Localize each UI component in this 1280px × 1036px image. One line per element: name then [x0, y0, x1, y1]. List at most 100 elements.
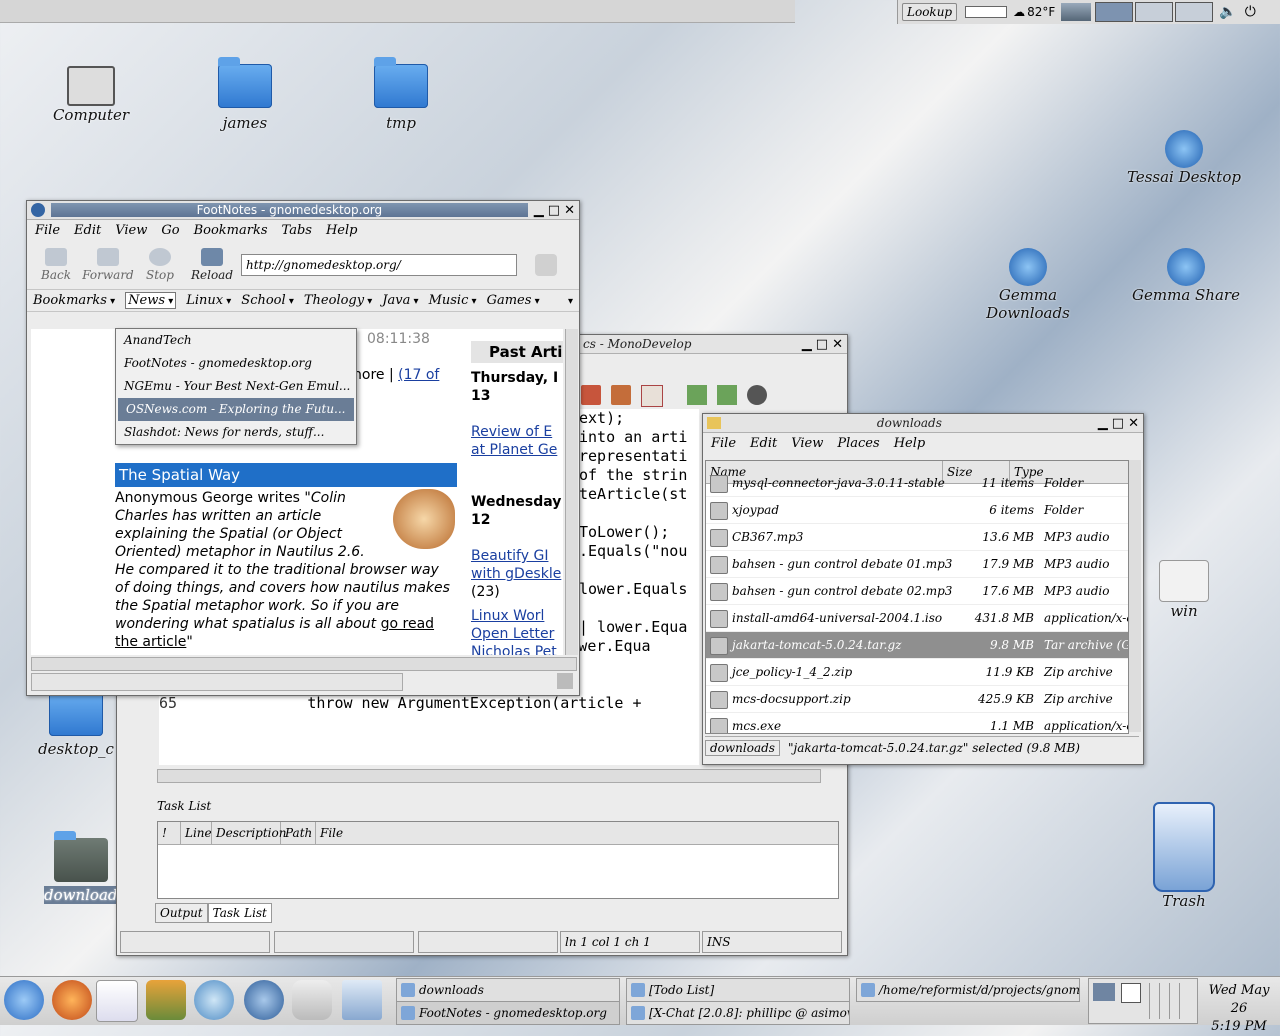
task-footnotes[interactable]: FootNotes - gnomedesktop.org: [396, 1001, 620, 1025]
network-tray-icon[interactable]: [1093, 983, 1115, 1001]
file-list-vscrollbar[interactable]: [1129, 460, 1141, 732]
sidebar-link[interactable]: Nicholas Pet: [471, 643, 563, 655]
browser-vscrollbar[interactable]: [565, 329, 578, 655]
desktop-icon-tessai-desktop[interactable]: Tessai Desktop: [1126, 130, 1242, 186]
settings-gear-icon[interactable]: [244, 980, 284, 1020]
file-row[interactable]: bahsen - gun control debate 02.mp3 17.6 M…: [706, 578, 1128, 605]
close-button[interactable]: ✕: [1128, 416, 1139, 431]
shutdown-icon[interactable]: ⏻: [1245, 4, 1256, 20]
sidebar-link[interactable]: with gDeskle: [471, 565, 563, 583]
file-row[interactable]: CB367.mp3 13.6 MB MP3 audio: [706, 524, 1128, 551]
security-lock-icon[interactable]: [557, 673, 573, 689]
desktop-icon-computer[interactable]: Computer: [36, 66, 146, 124]
bookmarks-overflow-chevron[interactable]: [568, 293, 573, 308]
col-path[interactable]: Path: [281, 822, 316, 844]
desktop-icon-james[interactable]: james: [190, 57, 300, 132]
sidebar-link[interactable]: at Planet Ge: [471, 441, 563, 459]
browser-titlebar[interactable]: FootNotes - gnomedesktop.org ▁ □ ✕: [27, 201, 579, 220]
task-downloads[interactable]: downloads: [396, 978, 620, 1002]
tab-task-list[interactable]: Task List: [207, 903, 272, 923]
menu-help[interactable]: Help: [894, 436, 926, 451]
sidebar-link[interactable]: Review of E: [471, 423, 563, 441]
col-description[interactable]: Description: [212, 822, 286, 844]
file-manager-titlebar[interactable]: downloads ▁ □ ✕: [703, 414, 1143, 433]
menu-edit[interactable]: Edit: [74, 223, 101, 238]
col-file[interactable]: File: [316, 822, 360, 844]
workspace-2[interactable]: [1135, 2, 1174, 22]
desktop-icon-win[interactable]: win: [1146, 560, 1222, 620]
gamepad-icon[interactable]: [292, 980, 332, 1020]
build-all-icon[interactable]: [717, 385, 737, 405]
file-row[interactable]: jakarta-tomcat-5.0.24.tar.gz 9.8 MB Tar ar…: [706, 632, 1128, 659]
bookmark-folder-games[interactable]: Games: [487, 293, 540, 308]
run-icon[interactable]: [747, 385, 767, 405]
workspace-1[interactable]: [1095, 2, 1134, 22]
file-row[interactable]: mysql-connector-java-3.0.11-stable 11 ite…: [706, 470, 1128, 497]
menu-view[interactable]: View: [115, 223, 147, 238]
col-priority[interactable]: !: [158, 822, 181, 844]
chat-icon[interactable]: [194, 980, 234, 1020]
file-row[interactable]: xjoypad 6 items Folder: [706, 497, 1128, 524]
desktop-icon-trash[interactable]: Trash: [1136, 802, 1232, 910]
minimize-button[interactable]: ▁: [1098, 416, 1108, 431]
sidebar-link[interactable]: Beautify GI: [471, 547, 563, 565]
desktop-icon-gemma-share[interactable]: Gemma Share: [1130, 248, 1242, 304]
menu-file[interactable]: File: [711, 436, 736, 451]
menu-help[interactable]: Help: [326, 223, 358, 238]
close-button[interactable]: ✕: [564, 203, 575, 218]
toolbar-icon[interactable]: [641, 385, 663, 407]
file-row[interactable]: mcs-docsupport.zip 425.9 KB Zip archive: [706, 686, 1128, 713]
gnome-foot-icon[interactable]: [535, 254, 557, 276]
bookmark-folder-news[interactable]: News: [125, 292, 177, 309]
file-row[interactable]: install-amd64-universal-2004.1.iso 431.8 …: [706, 605, 1128, 632]
bookmark-folder-music[interactable]: Music: [429, 293, 477, 308]
minimize-button[interactable]: ▁: [802, 337, 812, 352]
pager-icon[interactable]: [1149, 983, 1189, 1019]
sidebar-link[interactable]: Linux Worl: [471, 607, 563, 625]
file-list[interactable]: Name Size Type mysql-connector-java-3.0.…: [705, 460, 1129, 734]
menu-view[interactable]: View: [791, 436, 823, 451]
menu-item-anandtech[interactable]: AnandTech: [116, 329, 356, 352]
desktop-icon-downloads[interactable]: downloads: [44, 831, 125, 904]
gimp-icon[interactable]: [146, 980, 186, 1020]
menu-item-footnotes[interactable]: FootNotes - gnomedesktop.org: [116, 352, 356, 375]
desktop-icon-tmp[interactable]: tmp: [346, 57, 456, 132]
desktop-icon-desktop-c[interactable]: desktop_c: [36, 685, 116, 758]
desktop-icon-gemma-downloads[interactable]: Gemma Downloads: [958, 248, 1098, 322]
mail-icon[interactable]: [96, 980, 138, 1022]
file-row[interactable]: jce_policy-1_4_2.zip 11.9 KB Zip archive: [706, 659, 1128, 686]
toolbar-icon[interactable]: [581, 385, 601, 405]
stop-button[interactable]: Stop: [137, 248, 183, 282]
code-hscrollbar[interactable]: [157, 769, 821, 783]
menu-tabs[interactable]: Tabs: [282, 223, 312, 238]
task-terminal[interactable]: /home/reformist/d/projects/gnomewo: [856, 978, 1080, 1002]
maximize-button[interactable]: □: [548, 203, 560, 218]
location-button[interactable]: downloads: [705, 740, 780, 756]
menu-item-osnews[interactable]: OSNews.com - Exploring the Futu...: [118, 398, 354, 421]
build-icon[interactable]: [687, 385, 707, 405]
sidebar-link[interactable]: Open Letter: [471, 625, 563, 643]
tab-output[interactable]: Output: [155, 903, 208, 923]
maximize-button[interactable]: □: [1112, 416, 1124, 431]
menu-item-ngemu[interactable]: NGEmu - Your Best Next-Gen Emul...: [116, 375, 356, 398]
toolbar-icon[interactable]: [611, 385, 631, 405]
task-xchat[interactable]: [X-Chat [2.0.8]: phillipc @ asimov.free: [626, 1001, 850, 1025]
file-row[interactable]: bahsen - gun control debate 01.mp3 17.9 M…: [706, 551, 1128, 578]
menu-edit[interactable]: Edit: [750, 436, 777, 451]
maximize-button[interactable]: □: [816, 337, 828, 352]
bookmark-folder-theology[interactable]: Theology: [304, 293, 372, 308]
menu-go[interactable]: Go: [161, 223, 179, 238]
task-todo-list[interactable]: [Todo List]: [626, 978, 850, 1002]
of-link[interactable]: (17 of: [398, 367, 439, 383]
bookmark-folder-java[interactable]: Java: [382, 293, 418, 308]
dictionary-input[interactable]: [965, 6, 1008, 18]
menu-places[interactable]: Places: [837, 436, 879, 451]
workspace-3[interactable]: [1175, 2, 1214, 22]
menu-bookmarks[interactable]: Bookmarks: [194, 223, 268, 238]
workspace-switcher-icon[interactable]: [342, 980, 382, 1020]
reload-button[interactable]: Reload: [189, 248, 235, 282]
bookmark-folder-bookmarks[interactable]: Bookmarks: [33, 293, 115, 308]
close-button[interactable]: ✕: [832, 337, 843, 352]
menu-file[interactable]: File: [35, 223, 60, 238]
back-button[interactable]: Back: [33, 248, 79, 282]
